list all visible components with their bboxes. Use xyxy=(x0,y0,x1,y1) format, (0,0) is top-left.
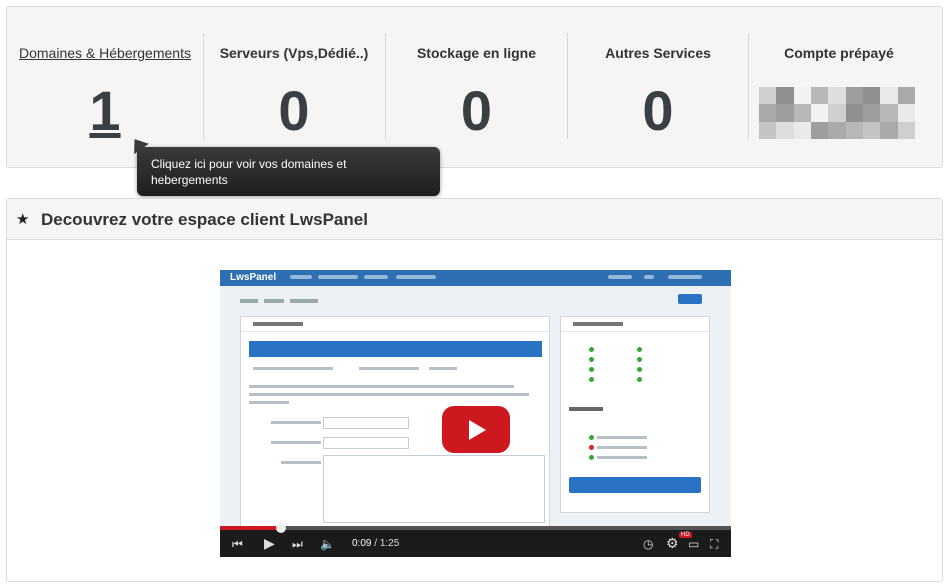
stat-other-services[interactable]: Autres Services 0 xyxy=(568,7,748,169)
video-controls: ⏮ ▶ ⏭ 🔈 0:09 / 1:25 ◷ ⚙ HD ▭ ⛶ xyxy=(220,523,731,557)
clock-icon[interactable]: ◷ xyxy=(643,537,653,551)
pixelated-balance xyxy=(759,87,915,139)
video-progress-bar[interactable] xyxy=(220,523,731,533)
discover-panel-header: ★ Decouvrez votre espace client LwsPanel xyxy=(7,199,942,240)
video-frame xyxy=(220,286,731,528)
stat-servers-label: Serveurs (Vps,Dédié..) xyxy=(219,45,369,61)
stat-domains-label[interactable]: Domaines & Hébergements xyxy=(7,45,203,61)
volume-icon[interactable]: 🔈 xyxy=(320,537,335,551)
progress-handle[interactable] xyxy=(276,523,287,533)
discover-title: Decouvrez votre espace client LwsPanel xyxy=(41,210,368,229)
skip-back-icon[interactable]: ⏮ xyxy=(232,537,243,552)
domains-tooltip: Cliquez ici pour voir vos domaines et he… xyxy=(137,147,440,196)
stat-domains-count[interactable]: 1 xyxy=(7,81,203,141)
video-time: 0:09 / 1:25 xyxy=(352,538,400,549)
stat-other-count: 0 xyxy=(642,79,674,142)
skip-forward-icon[interactable]: ⏭ xyxy=(292,537,303,552)
stat-storage-label: Stockage en ligne xyxy=(416,45,537,61)
video-player[interactable]: LwsPanel ⏮ ▶ ⏭ 🔈 0:09 / 1:25 ◷ ⚙ HD ▭ ⛶ xyxy=(220,270,731,557)
video-app-logo: LwsPanel xyxy=(230,272,277,283)
theater-icon[interactable]: ▭ xyxy=(688,537,699,551)
settings-icon[interactable]: ⚙ xyxy=(666,535,679,552)
youtube-play-icon[interactable] xyxy=(442,406,510,453)
star-icon: ★ xyxy=(16,211,30,228)
stat-other-label: Autres Services xyxy=(605,45,711,61)
stat-domains[interactable]: Domaines & Hébergements 1 xyxy=(7,7,203,169)
stat-storage-count: 0 xyxy=(460,79,493,142)
stat-servers-count: 0 xyxy=(278,79,310,142)
fullscreen-icon[interactable]: ⛶ xyxy=(710,537,718,552)
discover-panel: ★ Decouvrez votre espace client LwsPanel… xyxy=(6,198,943,582)
stat-servers[interactable]: Serveurs (Vps,Dédié..) 0 xyxy=(204,7,384,169)
stat-prepaid-label: Compte prépayé xyxy=(784,45,894,61)
stat-storage[interactable]: Stockage en ligne 0 xyxy=(386,7,567,169)
play-icon[interactable]: ▶ xyxy=(264,535,275,552)
video-app-header: LwsPanel xyxy=(220,270,731,286)
